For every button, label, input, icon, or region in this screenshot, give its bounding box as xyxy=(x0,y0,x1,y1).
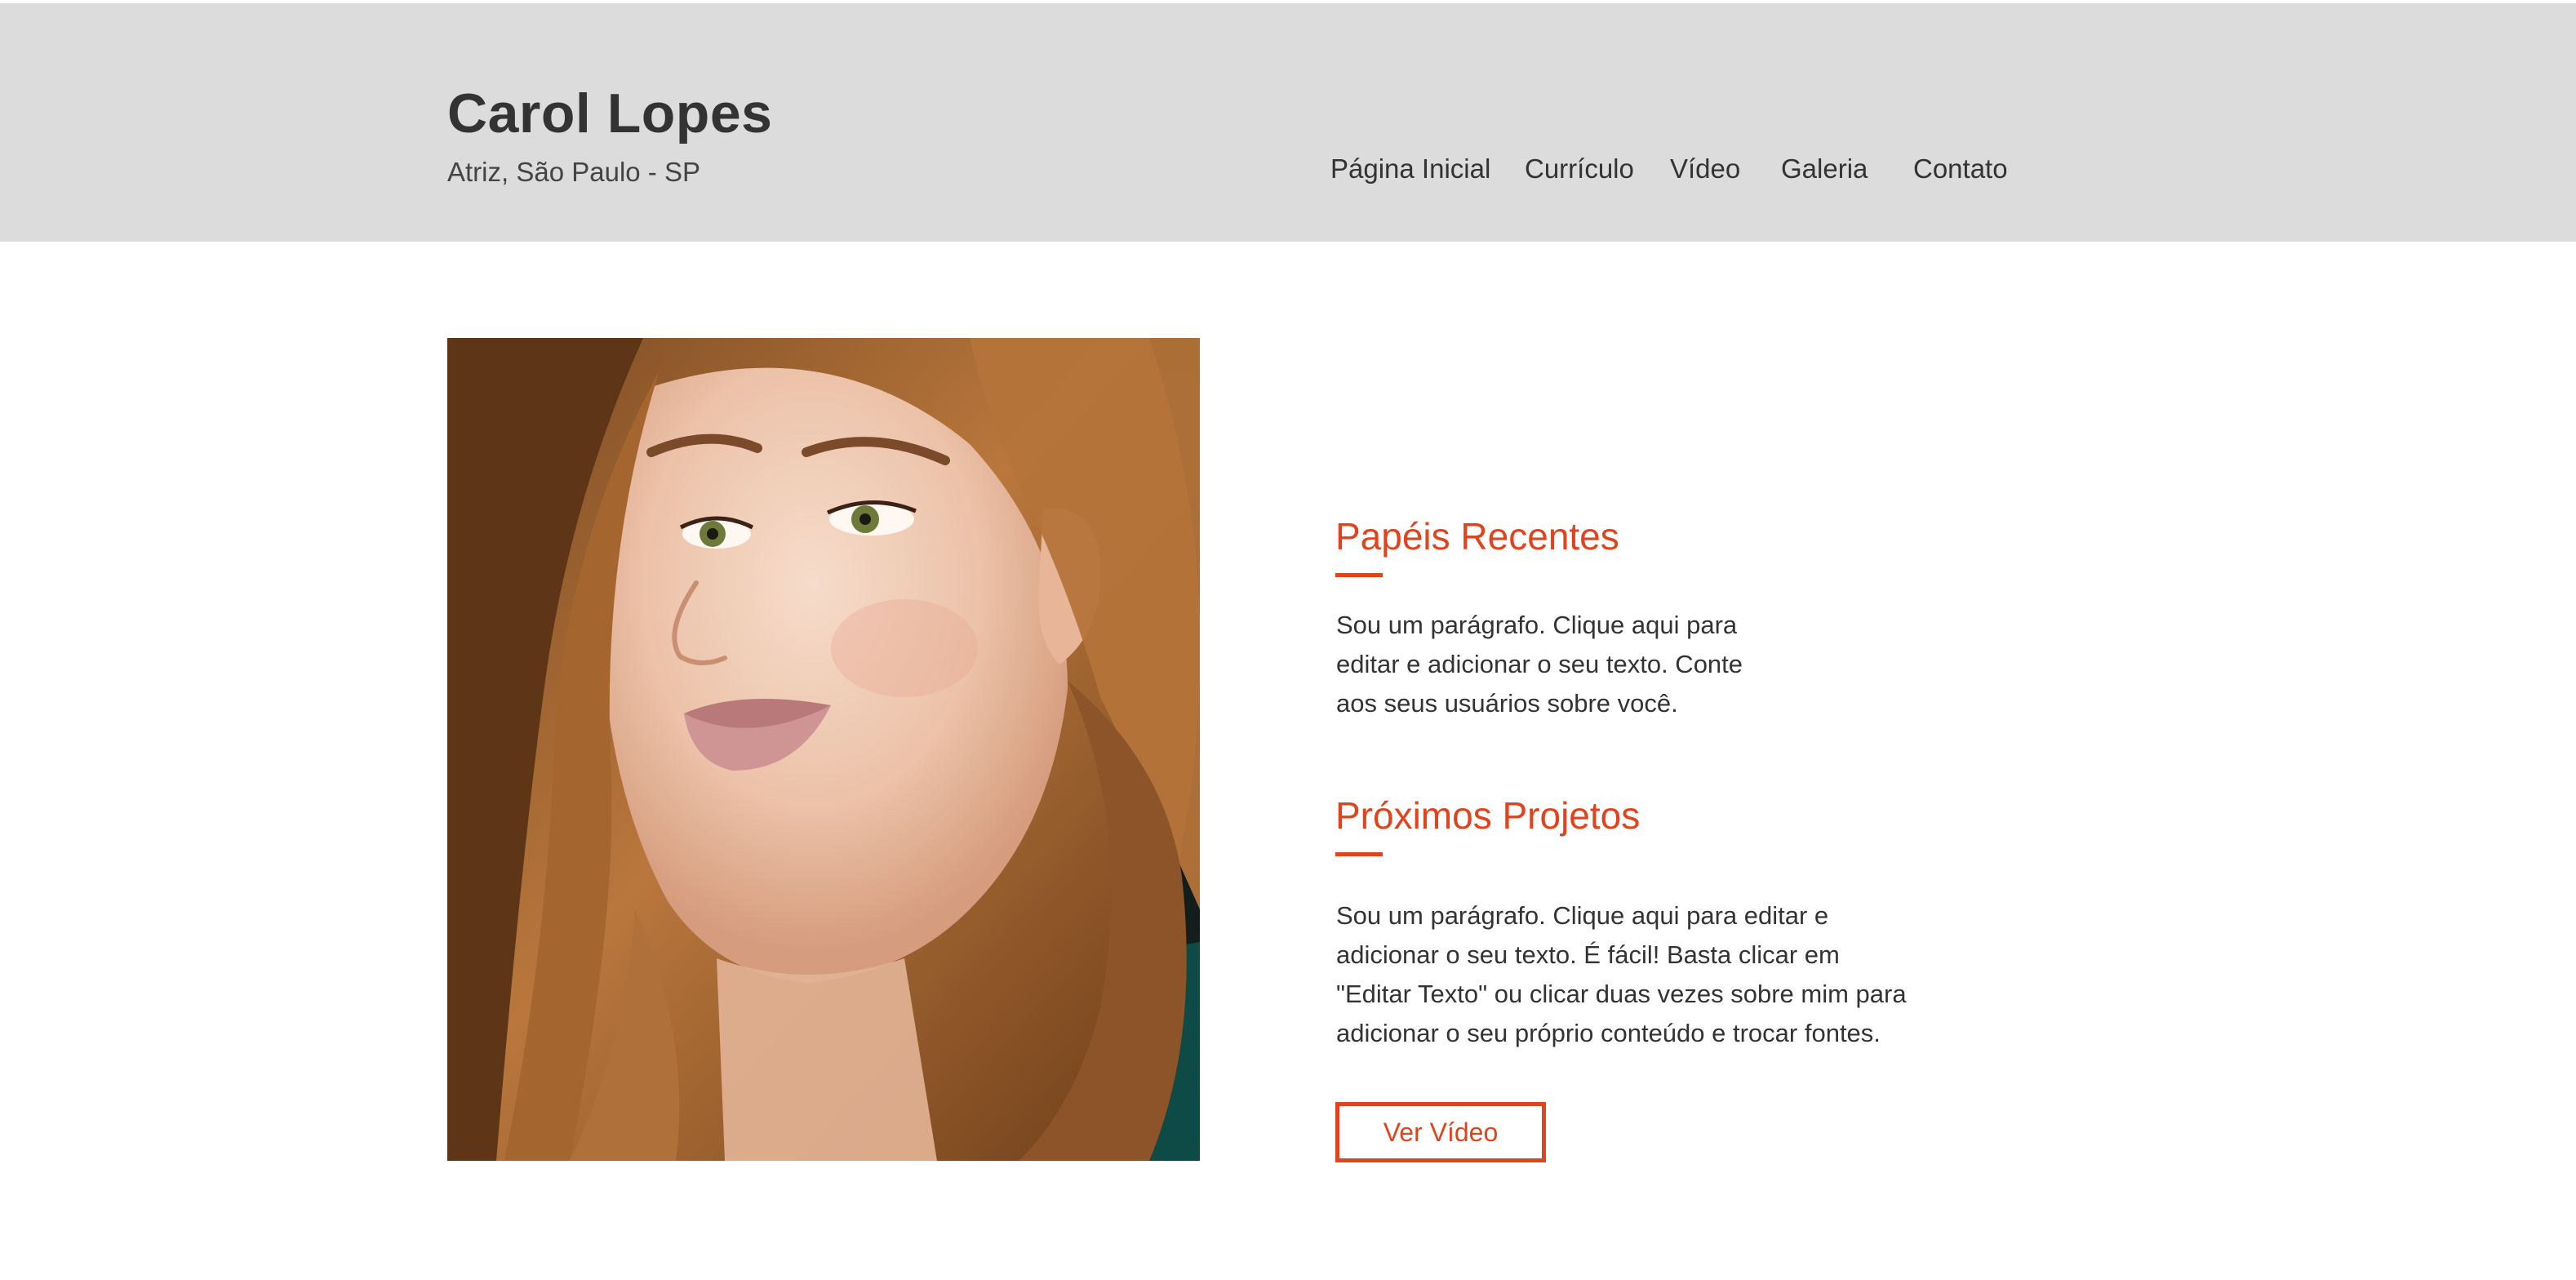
paragraph-line: adicionar o seu texto. É fácil! Basta cl… xyxy=(1336,940,1840,969)
section-divider xyxy=(1335,852,1383,856)
paragraph-line: adicionar o seu próprio conteúdo e troca… xyxy=(1336,1019,1881,1047)
nav-item-video[interactable]: Vídeo xyxy=(1670,153,1740,184)
section-title-upcoming-projects: Próximos Projetos xyxy=(1335,794,1641,837)
section-divider xyxy=(1335,573,1383,577)
watch-video-button[interactable]: Ver Vídeo xyxy=(1335,1102,1546,1162)
site-header: Carol Lopes Atriz, São Paulo - SP Página… xyxy=(0,3,2576,242)
portrait-photo xyxy=(447,338,1200,1161)
paragraph-line: Sou um parágrafo. Clique aqui para xyxy=(1336,611,1738,639)
nav-item-curriculo[interactable]: Currículo xyxy=(1525,153,1634,184)
nav-item-contato[interactable]: Contato xyxy=(1913,153,2008,184)
nav-item-pagina-inicial[interactable]: Página Inicial xyxy=(1330,153,1490,184)
nav-item-galeria[interactable]: Galeria xyxy=(1781,153,1868,184)
paragraph-line: aos seus usuários sobre você. xyxy=(1336,689,1678,718)
section-title-recent-roles: Papéis Recentes xyxy=(1335,515,1619,558)
section-paragraph-recent-roles: Sou um parágrafo. Clique aqui para edita… xyxy=(1336,606,1743,723)
paragraph-line: editar e adicionar o seu texto. Conte xyxy=(1336,650,1743,678)
section-paragraph-upcoming-projects: Sou um parágrafo. Clique aqui para edita… xyxy=(1336,896,1907,1053)
site-subtitle: Atriz, São Paulo - SP xyxy=(447,157,700,187)
paragraph-line: Sou um parágrafo. Clique aqui para edita… xyxy=(1336,901,1829,930)
paragraph-line: "Editar Texto" ou clicar duas vezes sobr… xyxy=(1336,980,1907,1008)
site-title[interactable]: Carol Lopes xyxy=(447,82,772,145)
portrait-illustration xyxy=(447,338,1200,1161)
